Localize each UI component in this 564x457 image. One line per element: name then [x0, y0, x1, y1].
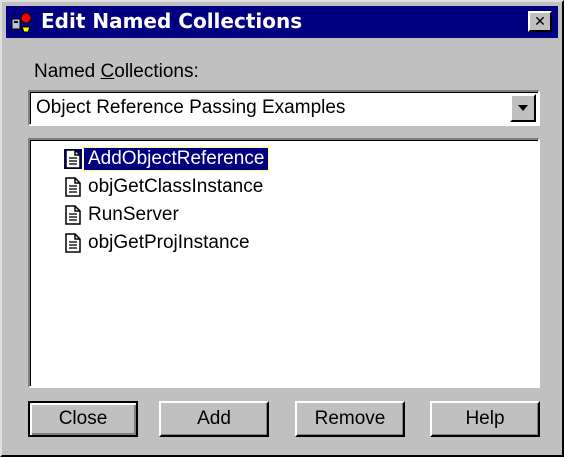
edit-named-collections-dialog: Edit Named Collections ✕ Named Collectio… — [0, 0, 564, 457]
document-icon — [65, 205, 81, 225]
close-button[interactable]: Close — [28, 401, 138, 437]
help-button[interactable]: Help — [430, 401, 540, 437]
named-collections-dropdown[interactable]: Object Reference Passing Examples — [28, 90, 540, 126]
list-item-label: objGetClassInstance — [88, 176, 264, 197]
close-icon: ✕ — [534, 13, 546, 30]
list-item[interactable]: RunServer — [38, 202, 532, 228]
named-collections-label: Named Collections: — [34, 61, 199, 83]
title-bar[interactable]: Edit Named Collections ✕ — [6, 6, 558, 38]
close-window-button[interactable]: ✕ — [528, 11, 552, 32]
dropdown-selected-value: Object Reference Passing Examples — [36, 97, 346, 118]
document-icon — [64, 149, 82, 169]
window-title: Edit Named Collections — [41, 9, 303, 33]
list-item[interactable]: AddObjectReference — [38, 146, 532, 172]
label-prefix: Named — [34, 61, 101, 82]
label-suffix: ollections: — [114, 61, 199, 82]
label-accelerator: C — [100, 61, 115, 82]
chevron-down-icon — [518, 105, 528, 111]
collection-app-icon — [11, 12, 32, 33]
document-icon — [65, 233, 81, 253]
document-icon — [65, 177, 81, 197]
remove-button[interactable]: Remove — [295, 401, 405, 437]
collection-items-list[interactable]: AddObjectReference objGetClassInstance R… — [28, 138, 540, 388]
add-button[interactable]: Add — [159, 401, 269, 437]
list-item[interactable]: objGetProjInstance — [38, 230, 532, 256]
list-item-label: objGetProjInstance — [88, 232, 250, 253]
list-item[interactable]: objGetClassInstance — [38, 174, 532, 200]
list-item-label: AddObjectReference — [82, 147, 270, 171]
list-item-label: RunServer — [88, 204, 179, 225]
dropdown-arrow-button[interactable] — [510, 94, 536, 122]
